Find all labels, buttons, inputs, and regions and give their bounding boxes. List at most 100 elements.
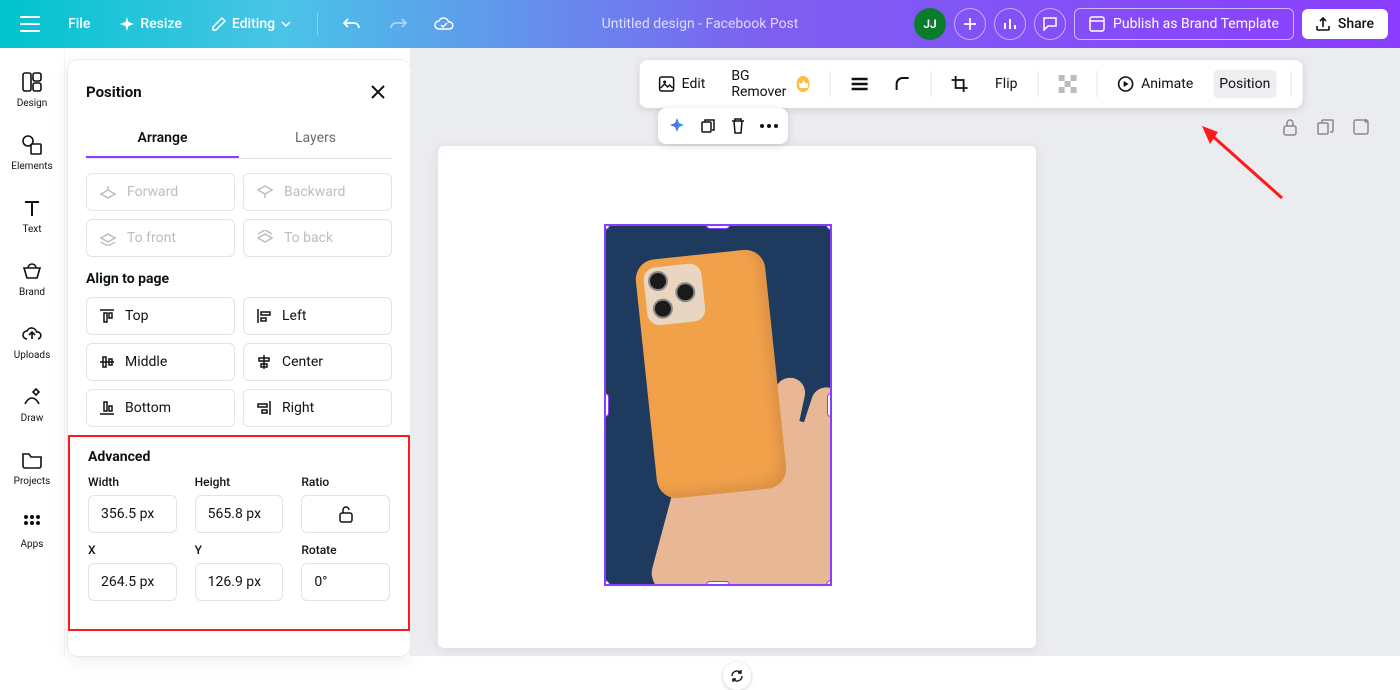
bg-remover-button[interactable]: BG Remover xyxy=(725,62,815,106)
undo-button[interactable] xyxy=(334,6,370,42)
topbar: File Resize Editing Untitled design - Fa… xyxy=(0,0,1400,48)
folder-icon xyxy=(20,448,44,472)
rail-design[interactable]: Design xyxy=(2,62,62,117)
align-center-button[interactable]: Center xyxy=(243,343,392,381)
user-avatar[interactable]: JJ xyxy=(914,8,946,40)
cloud-upload-icon xyxy=(20,322,44,346)
page-sync-button[interactable] xyxy=(723,662,751,690)
resize-handle-left[interactable] xyxy=(604,393,609,417)
selected-image-element[interactable] xyxy=(604,224,832,586)
rail-uploads[interactable]: Uploads xyxy=(2,314,62,369)
align-left-button[interactable]: Left xyxy=(243,297,392,335)
transparency-button[interactable] xyxy=(1052,69,1082,99)
rail-apps[interactable]: Apps xyxy=(2,503,62,558)
chevron-down-icon xyxy=(281,21,291,27)
align-bottom-icon xyxy=(99,400,115,416)
rail-elements[interactable]: Elements xyxy=(2,125,62,180)
adjust-icon xyxy=(658,75,676,93)
y-input[interactable]: 126.9 px xyxy=(195,563,284,601)
align-right-button[interactable]: Right xyxy=(243,389,392,427)
editing-mode-button[interactable]: Editing xyxy=(202,10,301,38)
crop-button[interactable] xyxy=(945,69,975,99)
align-top-icon xyxy=(99,308,115,324)
resize-button[interactable]: Resize xyxy=(110,10,192,38)
rail-label: Apps xyxy=(21,539,44,550)
backward-button[interactable]: Backward xyxy=(243,173,392,211)
resize-handle-tr[interactable] xyxy=(826,224,832,230)
align-top-label: Top xyxy=(125,308,149,324)
tab-layers[interactable]: Layers xyxy=(239,122,392,158)
rail-text[interactable]: Text xyxy=(2,188,62,243)
animate-button[interactable]: Animate xyxy=(1111,69,1199,99)
crop-icon xyxy=(951,75,969,93)
more-icon xyxy=(760,124,778,128)
to-back-label: To back xyxy=(284,230,333,246)
rail-label: Uploads xyxy=(14,350,50,361)
corner-rounding-button[interactable] xyxy=(888,70,916,98)
undo-icon xyxy=(343,17,361,31)
publish-label: Publish as Brand Template xyxy=(1113,16,1279,32)
to-front-button[interactable]: To front xyxy=(86,219,235,257)
align-right-icon xyxy=(256,400,272,416)
comments-button[interactable] xyxy=(1034,8,1066,40)
align-bottom-label: Bottom xyxy=(125,400,171,416)
magic-button[interactable] xyxy=(668,117,686,135)
flip-button[interactable]: Flip xyxy=(989,70,1023,98)
pencil-icon xyxy=(212,17,226,31)
cloud-sync-button[interactable] xyxy=(426,6,462,42)
pencil-icon xyxy=(20,385,44,409)
share-button[interactable]: Share xyxy=(1302,9,1388,39)
resize-handle-right[interactable] xyxy=(827,393,832,417)
close-panel-button[interactable] xyxy=(364,78,392,106)
width-input[interactable]: 356.5 px xyxy=(88,495,177,533)
duplicate-page-button[interactable] xyxy=(1316,118,1334,136)
divider xyxy=(1096,71,1097,97)
edit-image-button[interactable]: Edit xyxy=(652,69,712,99)
close-icon xyxy=(370,84,386,100)
delete-element-button[interactable] xyxy=(730,117,746,135)
rail-brand[interactable]: Brand xyxy=(2,251,62,306)
resize-handle-top[interactable] xyxy=(706,224,730,229)
to-front-icon xyxy=(99,230,117,246)
copy-icon xyxy=(700,118,716,134)
add-member-button[interactable] xyxy=(954,8,986,40)
redo-icon xyxy=(389,17,407,31)
more-options-button[interactable] xyxy=(760,124,778,128)
hamburger-menu-button[interactable] xyxy=(12,6,48,42)
plus-icon xyxy=(964,18,976,30)
editing-label: Editing xyxy=(232,16,275,32)
publish-button[interactable]: Publish as Brand Template xyxy=(1074,8,1294,40)
forward-button[interactable]: Forward xyxy=(86,173,235,211)
position-panel: Position Arrange Layers Forward Backward… xyxy=(68,60,410,656)
rail-projects[interactable]: Projects xyxy=(2,440,62,495)
resize-handle-br[interactable] xyxy=(826,580,832,586)
resize-handle-tl[interactable] xyxy=(604,224,610,230)
line-style-button[interactable] xyxy=(844,71,874,97)
add-page-button[interactable] xyxy=(1352,118,1370,136)
resize-handle-bl[interactable] xyxy=(604,580,610,586)
redo-button[interactable] xyxy=(380,6,416,42)
align-bottom-button[interactable]: Bottom xyxy=(86,389,235,427)
resize-handle-bottom[interactable] xyxy=(706,581,730,586)
document-title[interactable]: Untitled design - Facebook Post xyxy=(602,16,799,32)
rail-label: Text xyxy=(22,224,41,235)
position-button[interactable]: Position xyxy=(1213,70,1276,98)
lock-page-button[interactable] xyxy=(1282,118,1298,136)
analytics-button[interactable] xyxy=(994,8,1026,40)
duplicate-element-button[interactable] xyxy=(700,118,716,134)
height-input[interactable]: 565.8 px xyxy=(195,495,284,533)
align-top-button[interactable]: Top xyxy=(86,297,235,335)
align-header: Align to page xyxy=(86,271,392,287)
align-middle-button[interactable]: Middle xyxy=(86,343,235,381)
tab-arrange[interactable]: Arrange xyxy=(86,122,239,158)
left-rail: Design Elements Text Brand Uploads Draw … xyxy=(0,48,65,656)
file-menu[interactable]: File xyxy=(58,10,100,38)
text-icon xyxy=(20,196,44,220)
canvas-page[interactable] xyxy=(438,146,1036,648)
rail-draw[interactable]: Draw xyxy=(2,377,62,432)
x-input[interactable]: 264.5 px xyxy=(88,563,177,601)
to-back-button[interactable]: To back xyxy=(243,219,392,257)
ratio-lock-button[interactable] xyxy=(301,495,390,533)
rotate-input[interactable]: 0° xyxy=(301,563,390,601)
panel-title: Position xyxy=(86,83,142,101)
